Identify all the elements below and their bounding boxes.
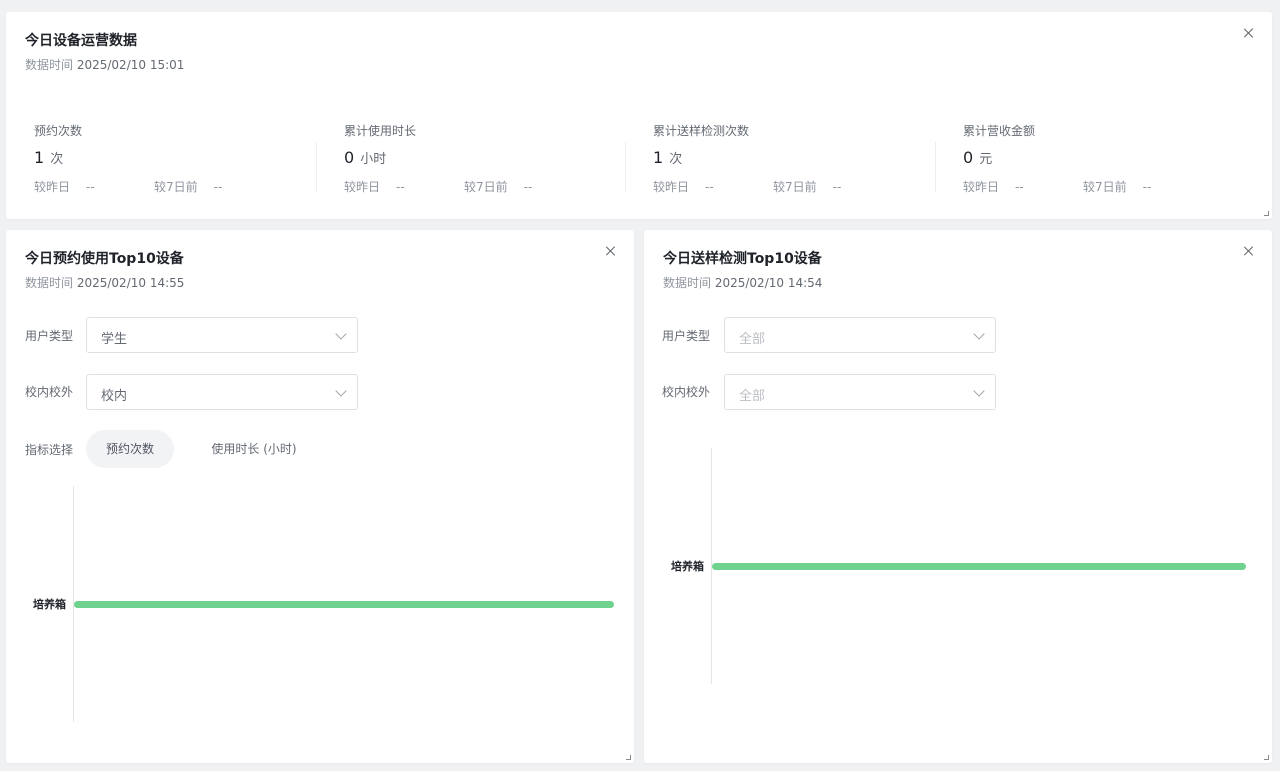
compare-yesterday: 较昨日 -- (344, 180, 405, 194)
select-placeholder: 全部 (739, 389, 766, 404)
close-icon[interactable] (1242, 244, 1256, 258)
booking-time: 数据时间 2025/02/10 14:55 (25, 274, 184, 291)
stat-value: 0 小时 (344, 148, 387, 167)
time-value: 2025/02/10 14:54 (714, 276, 823, 290)
compare-7days: 较7日前 -- (1083, 180, 1152, 194)
close-icon[interactable] (604, 244, 618, 258)
campus-label: 校内校外 (25, 385, 74, 399)
overview-time: 数据时间 2025/02/10 15:01 (25, 56, 184, 73)
resize-handle[interactable] (626, 755, 631, 760)
chevron-down-icon (335, 328, 347, 340)
stat-label: 预约次数 (34, 124, 83, 138)
compare-7days: 较7日前 -- (154, 180, 223, 194)
resize-handle[interactable] (1264, 755, 1269, 760)
stat-label: 累计营收金额 (963, 124, 1036, 138)
compare-yesterday: 较昨日 -- (653, 180, 714, 194)
metric-label: 指标选择 (25, 443, 74, 457)
divider (935, 142, 936, 192)
compare-7days: 较7日前 -- (464, 180, 533, 194)
bar (712, 563, 1246, 570)
stat-bookings: 预约次数 1次 较昨日 -- 较7日前 -- (34, 122, 314, 202)
stat-usage-hours: 累计使用时长 0 小时 较昨日 -- 较7日前 -- (344, 122, 624, 202)
stat-sample-tests: 累计送样检测次数 1次 较昨日 -- 较7日前 -- (653, 122, 933, 202)
overview-card: 今日设备运营数据 数据时间 2025/02/10 15:01 预约次数 1次 较… (6, 12, 1272, 219)
booking-top10-card: 今日预约使用Top10设备 数据时间 2025/02/10 14:55 用户类型… (6, 230, 634, 763)
stat-label: 累计送样检测次数 (653, 124, 750, 138)
resize-handle[interactable] (1264, 211, 1269, 216)
stat-label: 累计使用时长 (344, 124, 417, 138)
metric-option-usage-hours[interactable]: 使用时长 (小时) (196, 430, 312, 468)
sample-chart: 培养箱 (671, 448, 1246, 684)
overview-title: 今日设备运营数据 (25, 33, 137, 49)
stat-value: 0元 (963, 148, 993, 167)
sample-time: 数据时间 2025/02/10 14:54 (663, 274, 822, 291)
select-value: 学生 (101, 332, 128, 347)
user-type-label: 用户类型 (25, 329, 74, 343)
chevron-down-icon (973, 385, 985, 397)
booking-title: 今日预约使用Top10设备 (25, 251, 184, 267)
user-type-select[interactable]: 全部 (724, 317, 996, 353)
stat-revenue: 累计营收金额 0元 较昨日 -- 较7日前 -- (963, 122, 1243, 202)
time-label: 数据时间 (25, 276, 74, 290)
metric-option-bookings[interactable]: 预约次数 (86, 430, 174, 468)
booking-chart: 培养箱 (33, 486, 614, 722)
select-value: 校内 (101, 389, 128, 404)
compare-yesterday: 较昨日 -- (963, 180, 1024, 194)
user-type-label: 用户类型 (662, 329, 711, 343)
time-label: 数据时间 (25, 58, 74, 72)
close-icon[interactable] (1242, 26, 1256, 40)
time-label: 数据时间 (663, 276, 712, 290)
sample-top10-card: 今日送样检测Top10设备 数据时间 2025/02/10 14:54 用户类型… (644, 230, 1272, 763)
compare-yesterday: 较昨日 -- (34, 180, 95, 194)
chevron-down-icon (335, 385, 347, 397)
time-value: 2025/02/10 14:55 (76, 276, 185, 290)
divider (625, 142, 626, 192)
category-label: 培养箱 (33, 597, 66, 611)
campus-select[interactable]: 全部 (724, 374, 996, 410)
select-placeholder: 全部 (739, 332, 766, 347)
category-label: 培养箱 (671, 559, 704, 573)
bar (74, 601, 614, 608)
stat-value: 1次 (653, 148, 683, 167)
stat-value: 1次 (34, 148, 64, 167)
sample-title: 今日送样检测Top10设备 (663, 251, 822, 267)
campus-label: 校内校外 (662, 385, 711, 399)
divider (316, 142, 317, 192)
chevron-down-icon (973, 328, 985, 340)
time-value: 2025/02/10 15:01 (76, 58, 185, 72)
compare-7days: 较7日前 -- (773, 180, 842, 194)
user-type-select[interactable]: 学生 (86, 317, 358, 353)
campus-select[interactable]: 校内 (86, 374, 358, 410)
